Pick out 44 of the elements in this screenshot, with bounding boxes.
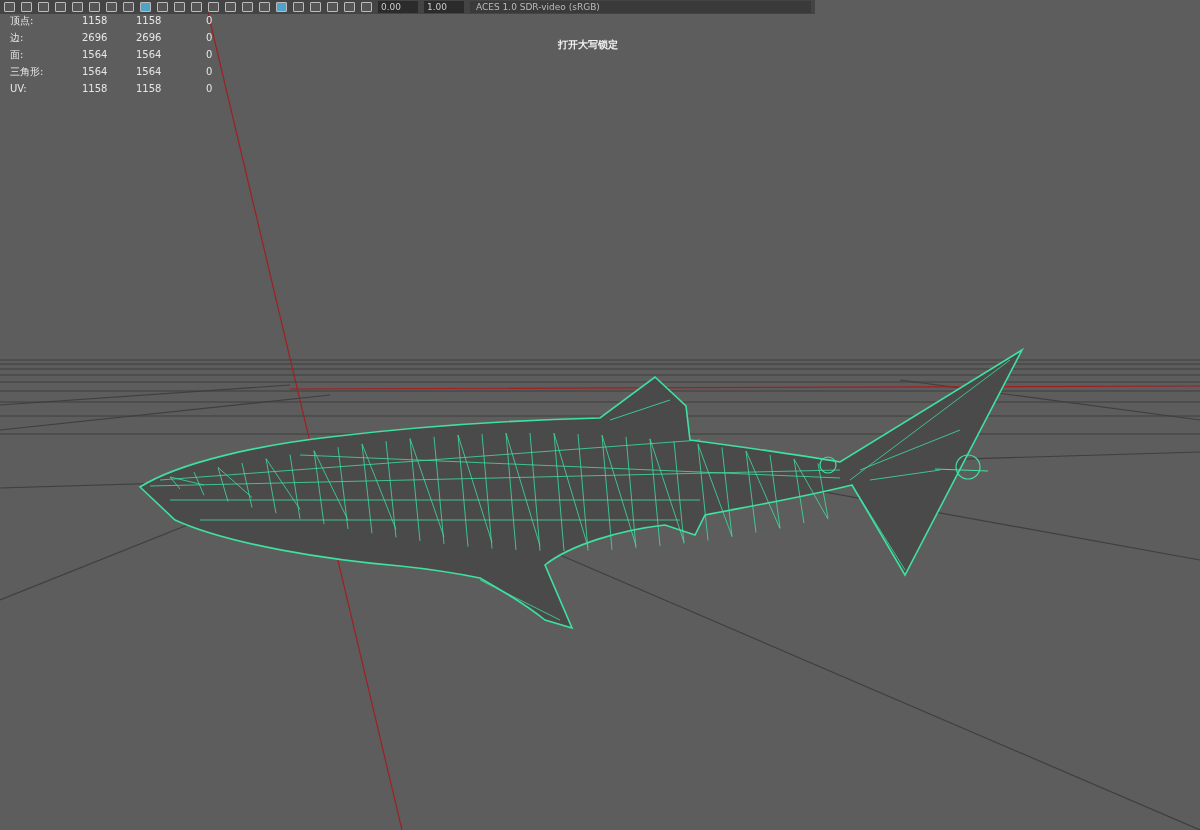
toolbar-button[interactable] bbox=[174, 2, 185, 12]
stat-label: UV: bbox=[10, 82, 28, 96]
toolbar-button[interactable] bbox=[344, 2, 355, 12]
toolbar-button[interactable] bbox=[106, 2, 117, 12]
stat-value: 1158 bbox=[136, 82, 163, 96]
toolbar-button[interactable] bbox=[72, 2, 83, 12]
number-field[interactable]: 0.00 bbox=[378, 1, 418, 13]
toolbar-button[interactable] bbox=[208, 2, 219, 12]
toolbar-button[interactable] bbox=[38, 2, 49, 12]
toolbar-button[interactable] bbox=[225, 2, 236, 12]
stat-label: 顶点: bbox=[10, 14, 35, 28]
stat-label: 边: bbox=[10, 31, 25, 45]
stat-value: 1564 bbox=[82, 48, 109, 62]
color-space-dropdown[interactable]: ACES 1.0 SDR-video (sRGB) bbox=[470, 1, 811, 13]
stat-value: 1564 bbox=[82, 65, 109, 79]
stat-value: 0 bbox=[206, 82, 214, 96]
stat-value: 2696 bbox=[82, 31, 109, 45]
toolbar-button[interactable] bbox=[259, 2, 270, 12]
toolbar-button[interactable] bbox=[4, 2, 15, 12]
toolbar-button[interactable] bbox=[293, 2, 304, 12]
caps-lock-notice: 打开大写锁定 bbox=[558, 38, 618, 52]
toolbar-button[interactable] bbox=[191, 2, 202, 12]
stat-value: 0 bbox=[206, 48, 214, 62]
stat-label: 面: bbox=[10, 48, 25, 62]
toolbar-button[interactable] bbox=[157, 2, 168, 12]
toolbar-button[interactable] bbox=[55, 2, 66, 12]
stat-value: 2696 bbox=[136, 31, 163, 45]
stat-value: 0 bbox=[206, 65, 214, 79]
toolbar-button[interactable] bbox=[327, 2, 338, 12]
stat-value: 1158 bbox=[82, 14, 109, 28]
toolbar-button[interactable] bbox=[123, 2, 134, 12]
stat-value: 1158 bbox=[82, 82, 109, 96]
stat-value: 1564 bbox=[136, 65, 163, 79]
stat-value: 1564 bbox=[136, 48, 163, 62]
toolbar-button[interactable] bbox=[21, 2, 32, 12]
stat-value: 0 bbox=[206, 14, 214, 28]
toolbar-button[interactable] bbox=[310, 2, 321, 12]
toolbar-button[interactable] bbox=[89, 2, 100, 12]
stat-value: 1158 bbox=[136, 14, 163, 28]
stat-label: 三角形: bbox=[10, 65, 45, 79]
toolbar-button[interactable] bbox=[361, 2, 372, 12]
number-field[interactable]: 1.00 bbox=[424, 1, 464, 13]
stat-value: 0 bbox=[206, 31, 214, 45]
toolbar-button[interactable] bbox=[242, 2, 253, 12]
